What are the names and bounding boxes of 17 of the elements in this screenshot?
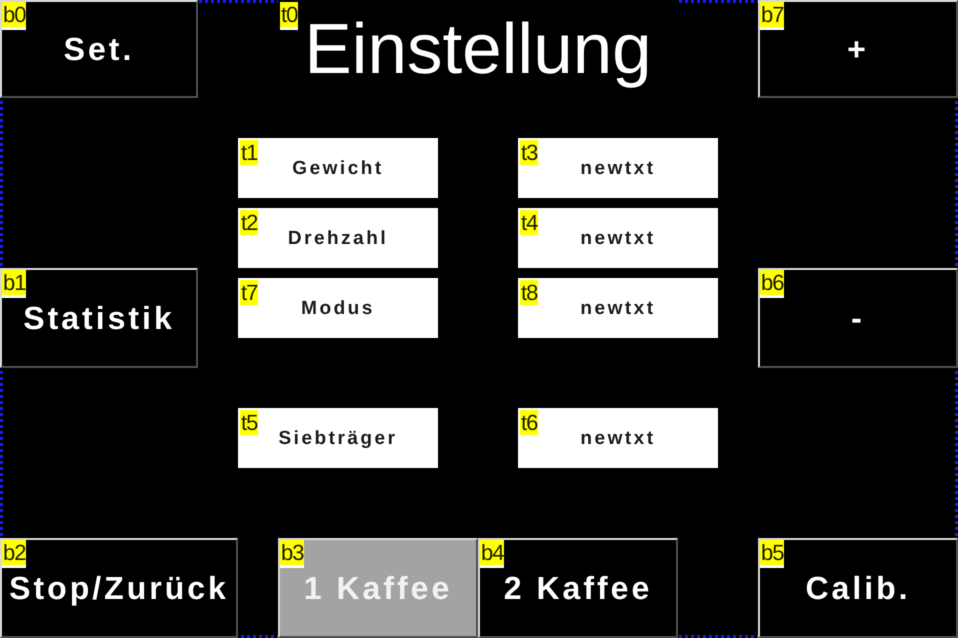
component-id-tag: t1	[240, 140, 258, 168]
component-id-tag: t2	[240, 210, 258, 238]
component-id-tag: t0	[280, 2, 298, 30]
component-id-tag: t5	[240, 410, 258, 438]
component-id-tag: b7	[760, 2, 784, 30]
component-id-tag: t3	[520, 140, 538, 168]
component-id-tag: b3	[280, 540, 304, 568]
component-id-tag: t8	[520, 280, 538, 308]
component-id-tag: t7	[240, 280, 258, 308]
component-id-tag: b6	[760, 270, 784, 298]
component-id-tag: b1	[2, 270, 26, 298]
component-id-tag: b0	[2, 2, 26, 30]
component-id-tag: t6	[520, 410, 538, 438]
component-id-tag: t4	[520, 210, 538, 238]
component-id-tag: b4	[480, 540, 504, 568]
component-id-tag: b2	[2, 540, 26, 568]
component-id-tag: b5	[760, 540, 784, 568]
